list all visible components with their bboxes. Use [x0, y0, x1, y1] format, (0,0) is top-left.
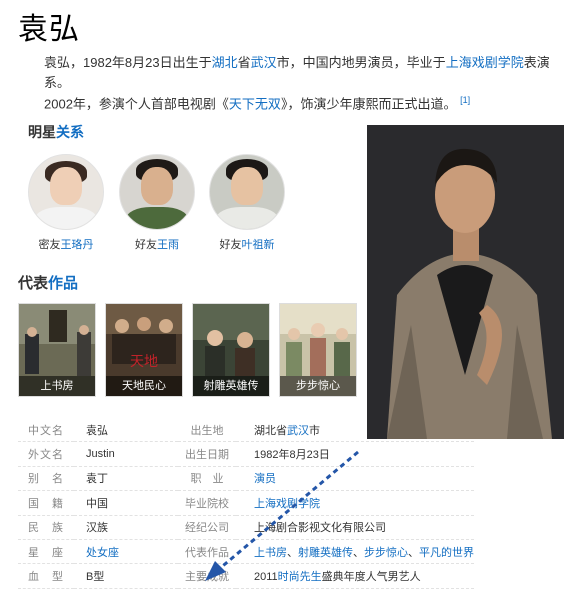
avatar[interactable]	[28, 154, 104, 230]
work-card[interactable]: 步步惊心	[279, 303, 357, 397]
heading-text: 明星	[28, 124, 56, 140]
info-key: 星 座	[18, 539, 74, 565]
star-item[interactable]: 好友王雨	[117, 154, 197, 252]
info-text: 市	[309, 424, 320, 437]
info-key: 中文名	[18, 418, 74, 443]
star-name-link[interactable]: 王珞丹	[61, 239, 94, 251]
info-key: 别 名	[18, 466, 74, 492]
info-text: 盛典年度人气男艺人	[321, 571, 421, 584]
work-title[interactable]: 步步惊心	[280, 376, 356, 396]
info-text: 湖北省	[254, 424, 287, 437]
info-link[interactable]: 武汉	[287, 425, 309, 437]
info-row: 血 型 B型 主要成就 2011时尚先生盛典年度人气男艺人	[18, 563, 474, 589]
info-value: 袁丁	[74, 466, 178, 492]
intro-paragraph-1: 袁弘，1982年8月23日出生于湖北省武汉市，中国内地男演员，毕业于上海戏剧学院…	[44, 53, 564, 93]
info-link[interactable]: 时尚先生	[278, 571, 322, 583]
info-table: 中文名 袁弘 出生地 湖北省武汉市 外文名 Justin 出生日期 1982年8…	[18, 418, 474, 589]
info-link[interactable]: 上书房	[254, 547, 287, 559]
info-link[interactable]: 平凡的世界	[419, 547, 474, 559]
works-heading: 代表作品	[18, 272, 78, 293]
avatar[interactable]	[209, 154, 285, 230]
info-row: 中文名 袁弘 出生地 湖北省武汉市	[18, 418, 474, 443]
intro-text: 袁弘，1982年8月23日出生于	[44, 55, 212, 70]
info-value: 处女座	[74, 539, 178, 565]
info-key: 民 族	[18, 515, 74, 540]
info-key: 代表作品	[178, 539, 236, 565]
info-key: 职 业	[178, 466, 236, 492]
info-value: 上海剧合影视文化有限公司	[236, 515, 474, 540]
intro-paragraph-2: 2002年，参演个人首部电视剧《天下无双》，饰演少年康熙而正式出道。 [1]	[44, 90, 564, 114]
info-link[interactable]: 步步惊心	[364, 547, 408, 559]
info-value: B型	[74, 563, 178, 589]
heading-text: 代表	[18, 275, 49, 292]
info-link[interactable]: 处女座	[86, 547, 119, 559]
star-name-link[interactable]: 王雨	[157, 239, 179, 251]
work-title[interactable]: 射雕英雄传	[193, 376, 269, 396]
info-value: Justin	[74, 441, 178, 467]
work-title[interactable]: 上书房	[19, 376, 95, 396]
info-value: 2011时尚先生盛典年度人气男艺人	[236, 563, 474, 589]
heading-text: 作品	[48, 275, 79, 292]
work-title[interactable]: 天地民心	[106, 376, 182, 396]
svg-text:天地: 天地	[130, 354, 158, 370]
info-value: 中国	[74, 490, 178, 516]
info-text: 2011	[254, 571, 278, 584]
info-row: 国 籍 中国 毕业院校 上海戏剧学院	[18, 490, 474, 516]
relation-label: 好友	[219, 239, 242, 251]
info-value: 上书房、射雕英雄传、步步惊心、平凡的世界	[236, 539, 474, 565]
star-item[interactable]: 密友王珞丹	[26, 154, 106, 252]
work-card[interactable]: 上书房	[18, 303, 96, 397]
star-name-link[interactable]: 叶祖新	[242, 239, 275, 251]
info-row: 民 族 汉族 经纪公司 上海剧合影视文化有限公司	[18, 515, 474, 540]
relation-label: 密友	[38, 239, 61, 251]
page-title: 袁弘	[18, 13, 80, 46]
star-relations-heading: 明星关系	[28, 122, 84, 142]
intro-text: 市，中国内地男演员，毕业于	[276, 55, 446, 70]
info-row: 外文名 Justin 出生日期 1982年8月23日	[18, 441, 474, 467]
info-row: 星 座 处女座 代表作品 上书房、射雕英雄传、步步惊心、平凡的世界	[18, 539, 474, 565]
info-value: 湖北省武汉市	[236, 418, 474, 443]
info-value: 演员	[236, 466, 474, 492]
link-wuhan[interactable]: 武汉	[251, 55, 277, 70]
info-row: 别 名 袁丁 职 业 演员	[18, 466, 474, 492]
reference-link[interactable]: [1]	[460, 95, 470, 105]
info-value: 上海戏剧学院	[236, 490, 474, 516]
info-key: 经纪公司	[178, 515, 236, 540]
info-key: 血 型	[18, 563, 74, 589]
intro-text: 2002年，参演个人首部电视剧《	[44, 96, 229, 112]
info-key: 出生日期	[178, 441, 236, 467]
intro-text: 》，饰演少年康熙而正式出道。	[280, 96, 457, 112]
info-key: 出生地	[178, 418, 236, 443]
heading-text: 关系	[56, 124, 84, 140]
link-school[interactable]: 上海戏剧学院	[446, 55, 524, 70]
info-link[interactable]: 上海戏剧学院	[254, 498, 320, 510]
link-drama[interactable]: 天下无双	[229, 96, 281, 111]
info-value: 1982年8月23日	[236, 441, 474, 467]
info-link[interactable]: 射雕英雄传	[298, 547, 353, 559]
work-card[interactable]: 天地 天地民心	[105, 303, 183, 397]
info-key: 毕业院校	[178, 490, 236, 516]
info-key: 主要成就	[178, 563, 236, 589]
info-key: 国 籍	[18, 490, 74, 516]
info-key: 外文名	[18, 441, 74, 467]
info-value: 汉族	[74, 515, 178, 540]
avatar[interactable]	[119, 154, 195, 230]
info-link[interactable]: 演员	[254, 473, 276, 485]
intro-text: 省	[237, 55, 251, 70]
work-card[interactable]: 射雕英雄传	[192, 303, 270, 397]
relation-label: 好友	[135, 239, 157, 251]
portrait-photo[interactable]	[367, 125, 564, 439]
link-hubei[interactable]: 湖北	[212, 55, 238, 70]
star-item[interactable]: 好友叶祖新	[207, 154, 287, 252]
info-value: 袁弘	[74, 418, 178, 443]
